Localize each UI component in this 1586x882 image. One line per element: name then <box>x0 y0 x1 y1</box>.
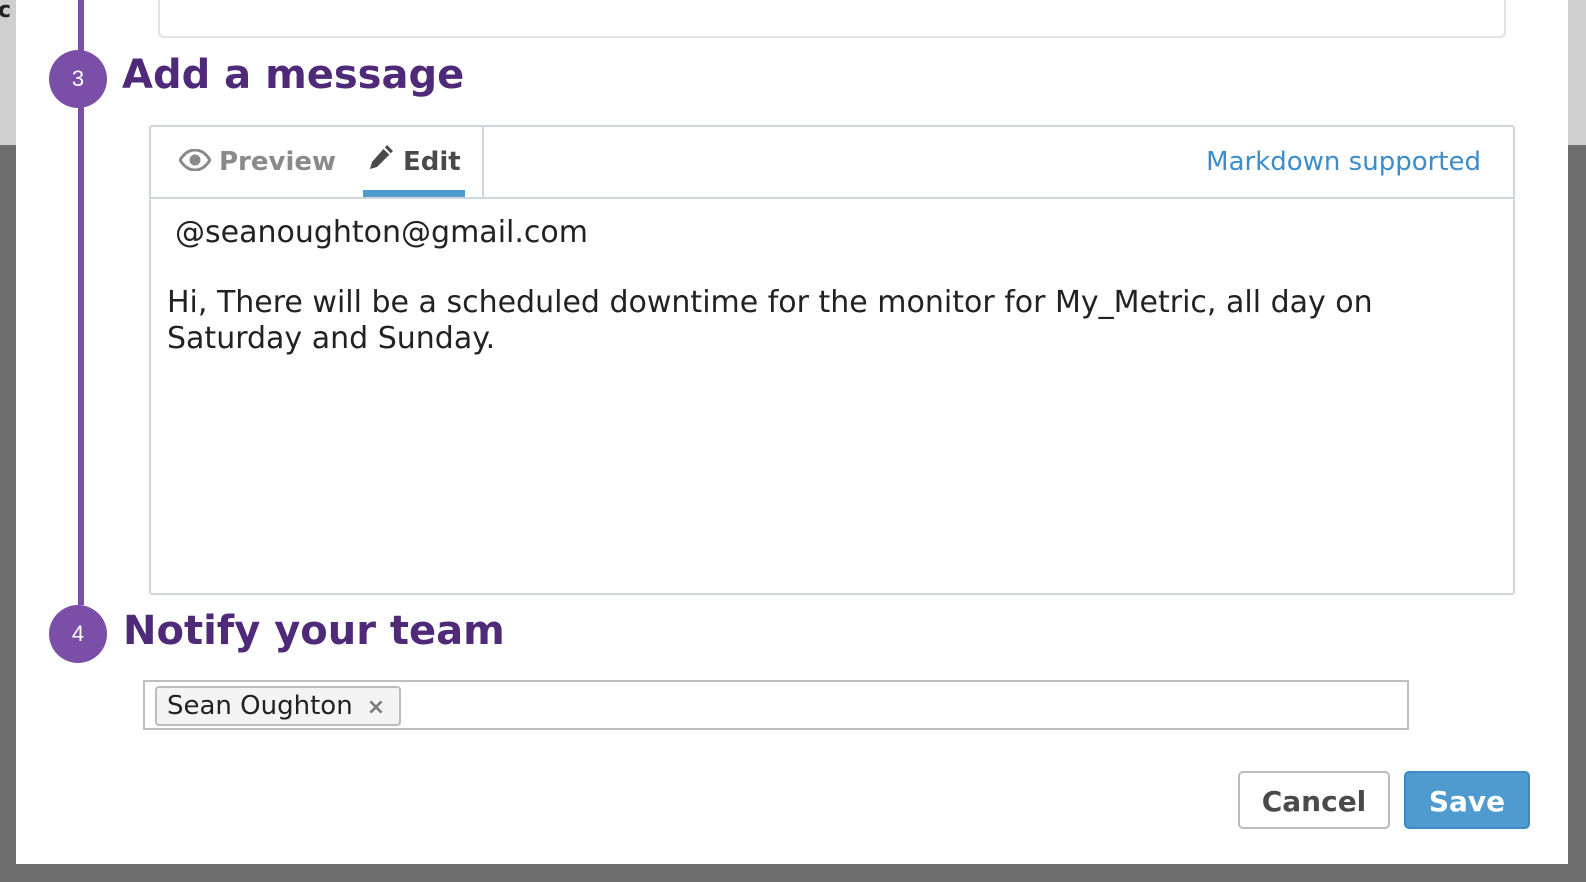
backdrop-left: c <box>0 0 16 882</box>
tab-edit-label: Edit <box>403 147 461 177</box>
recipient-chip: Sean Oughton × <box>155 686 402 726</box>
cancel-button[interactable]: Cancel <box>1238 771 1390 829</box>
eye-icon <box>178 128 212 198</box>
tab-edit[interactable]: Edit <box>363 127 465 197</box>
pencil-icon <box>367 128 395 198</box>
tab-preview-label: Preview <box>219 147 337 177</box>
notify-recipients-input[interactable]: Sean Oughton × <box>143 680 1409 730</box>
message-mention-line: @seanoughton@gmail.com <box>175 215 588 250</box>
step-4-title: Notify your team <box>123 608 505 654</box>
message-editor: Preview Edit Markdown supported @seanoug… <box>149 125 1515 595</box>
message-textarea[interactable]: @seanoughton@gmail.com Hi, There will be… <box>167 215 1497 357</box>
recipient-chip-name: Sean Oughton <box>167 691 353 721</box>
backdrop-left-peek-text: c <box>0 0 12 23</box>
backdrop-bottom <box>16 864 1568 882</box>
backdrop-right-peek <box>1568 0 1586 145</box>
editor-tab-group: Preview Edit <box>151 127 484 197</box>
step-3-badge: 3 <box>49 50 107 108</box>
message-text-line: Hi, There will be a scheduled downtime f… <box>167 285 1373 356</box>
backdrop-left-peek: c <box>0 0 16 145</box>
step-4-badge: 4 <box>49 605 107 663</box>
downtime-modal: 3 Add a message Preview Edit Markdown su… <box>16 0 1568 864</box>
tab-preview[interactable]: Preview <box>178 127 337 198</box>
save-button[interactable]: Save <box>1404 771 1530 829</box>
recipient-remove-icon[interactable]: × <box>367 690 385 726</box>
markdown-supported-link[interactable]: Markdown supported <box>1206 127 1481 197</box>
backdrop-right <box>1568 0 1586 882</box>
step-3-title: Add a message <box>122 52 465 98</box>
active-tab-indicator <box>363 190 465 197</box>
editor-tab-bar: Preview Edit Markdown supported <box>151 127 1513 199</box>
previous-section-box <box>158 0 1506 38</box>
